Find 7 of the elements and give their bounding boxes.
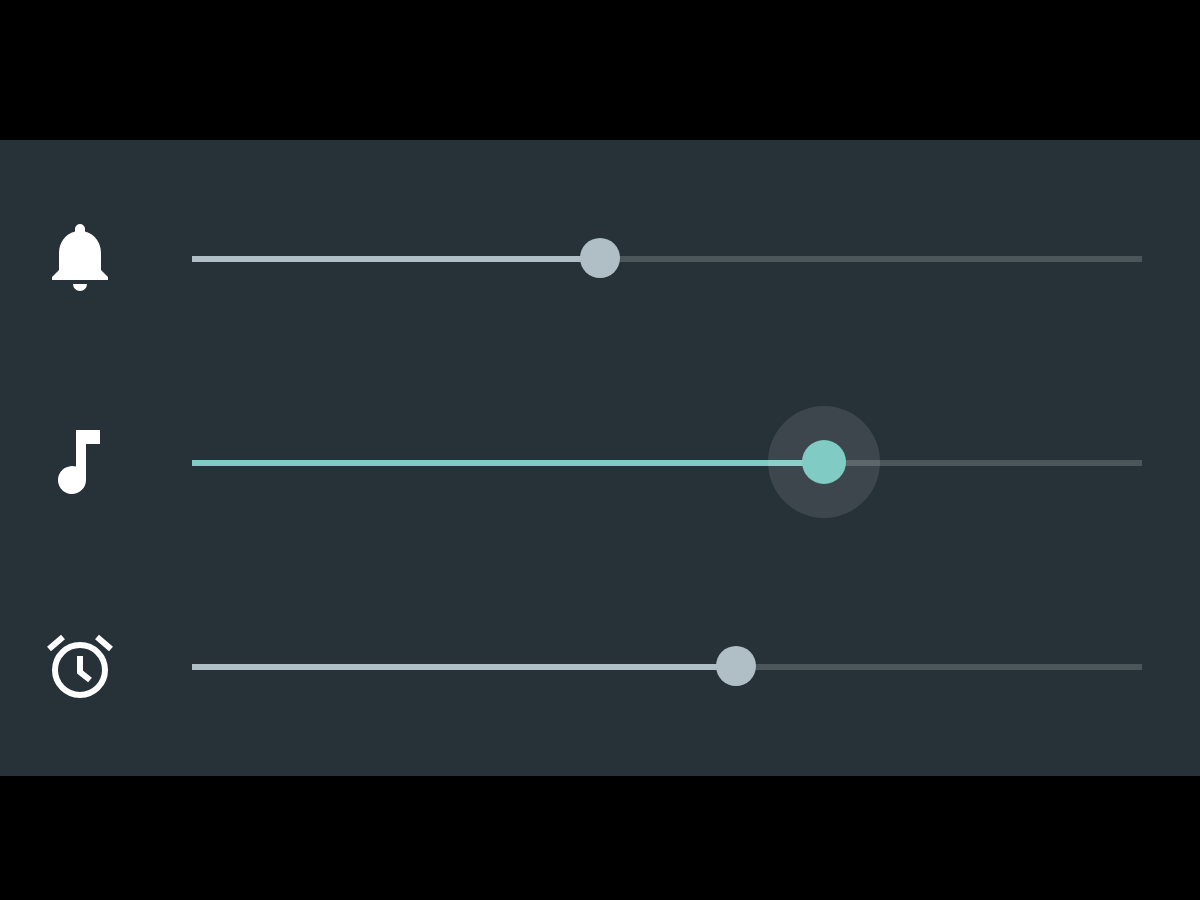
music-note-icon bbox=[56, 428, 104, 496]
slider-thumb[interactable] bbox=[580, 238, 621, 278]
alarm-clock-icon bbox=[44, 630, 116, 702]
slider-thumb[interactable] bbox=[716, 646, 757, 686]
bell-icon bbox=[46, 222, 114, 294]
slider[interactable] bbox=[192, 406, 1142, 518]
slider-thumb[interactable] bbox=[801, 440, 846, 484]
